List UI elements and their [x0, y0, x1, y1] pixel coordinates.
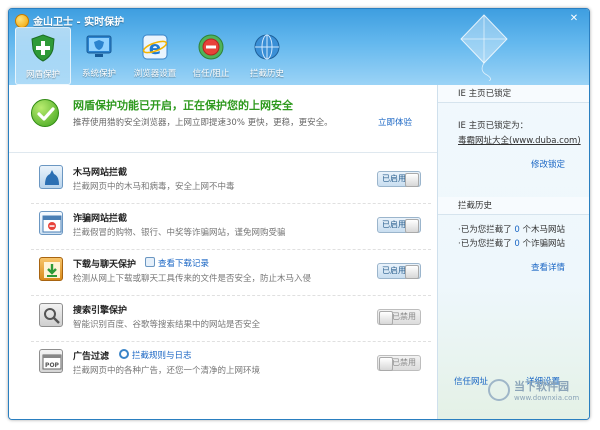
kite-decoration-icon — [460, 14, 508, 81]
nav-item-system-protect[interactable]: 系统保护 — [71, 27, 127, 85]
block-rules-log-label: 拦截规则与日志 — [132, 351, 192, 361]
feature-toggle[interactable]: 已启用 — [377, 171, 421, 187]
gear-icon — [119, 349, 129, 359]
feature-row-trojan: 木马网站拦截 拦截网页中的木马和病毒，安全上网不中毒 已启用 — [9, 159, 437, 203]
block-rules-log-link[interactable]: 拦截规则与日志 — [119, 349, 192, 361]
divider — [31, 249, 431, 250]
shield-plus-icon — [26, 31, 60, 65]
watermark-url: www.downxia.com — [514, 394, 580, 402]
history-line-prefix: ·已为您拦截了 — [458, 225, 515, 235]
view-details-link[interactable]: 查看详情 — [531, 261, 565, 273]
trojan-site-icon — [39, 165, 63, 189]
block-icon — [194, 30, 228, 64]
fraud-site-icon — [39, 211, 63, 235]
watermark: 当下软件园 www.downxia.com — [488, 378, 579, 402]
history-line-prefix: ·已为您拦截了 — [458, 239, 515, 249]
modify-lock-link[interactable]: 修改锁定 — [531, 158, 565, 170]
search-protect-icon — [39, 303, 63, 327]
status-banner: 网盾保护功能已开启，正在保护您的上网安全 推荐使用猎豹安全浏览器，上网立即提速3… — [9, 85, 437, 153]
feature-desc: 拦截网页中的木马和病毒，安全上网不中毒 — [73, 182, 235, 192]
nav-item-trust-block[interactable]: 信任/阻止 — [183, 27, 239, 85]
check-icon — [31, 99, 59, 127]
try-now-link[interactable]: 立即体验 — [378, 116, 412, 128]
nav-item-web-shield[interactable]: 网盾保护 — [15, 27, 71, 85]
nav-label: 浏览器设置 — [133, 69, 177, 79]
feature-desc: 拦截假冒的购物、银行、中奖等诈骗网站，谨免网购受骗 — [73, 228, 286, 238]
title-bar: 金山卫士 - 实时保护 ✕ 网盾保护 系统保护 e 浏览器设置 信任/阻止 拦截… — [9, 9, 589, 85]
feature-title: 木马网站拦截 — [73, 168, 128, 178]
window-title: 金山卫士 - 实时保护 — [33, 17, 125, 28]
side-panel: IE 主页已锁定 IE 主页已锁定为： 毒霸网址大全(www.duba.com)… — [437, 85, 589, 419]
main-panel: 网盾保护功能已开启，正在保护您的上网安全 推荐使用猎豹安全浏览器，上网立即提速3… — [9, 85, 437, 419]
nav-label: 拦截历史 — [249, 69, 284, 79]
app-window: 金山卫士 - 实时保护 ✕ 网盾保护 系统保护 e 浏览器设置 信任/阻止 拦截… — [8, 8, 590, 420]
monitor-shield-icon — [82, 30, 116, 64]
globe-history-icon — [250, 30, 284, 64]
feature-row-search: 搜索引擎保护 智能识别百度、谷歌等搜索结果中的网站是否安全 已禁用 — [9, 297, 437, 341]
divider — [31, 341, 431, 342]
feature-row-download: 下载与聊天保护 查看下载记录 检测从网上下载或聊天工具传来的文件是否安全，防止木… — [9, 251, 437, 295]
nav-label: 系统保护 — [81, 69, 116, 79]
feature-title: 诈骗网站拦截 — [73, 214, 128, 224]
app-logo-icon — [15, 13, 29, 28]
trusted-sites-link[interactable]: 信任网址 — [454, 375, 488, 387]
feature-toggle[interactable]: 已启用 — [377, 263, 421, 279]
homepage-lock-header: IE 主页已锁定 — [438, 85, 589, 103]
history-line-suffix: 个木马网站 — [519, 225, 566, 235]
nav-item-block-history[interactable]: 拦截历史 — [239, 27, 295, 85]
title-row: 金山卫士 - 实时保护 — [15, 13, 124, 28]
divider — [31, 295, 431, 296]
divider — [31, 203, 431, 204]
history-fraud-line: ·已为您拦截了 0 个诈骗网站 — [458, 237, 565, 249]
nav-label: 信任/阻止 — [192, 69, 230, 79]
list-icon — [145, 257, 155, 267]
window-controls: ✕ — [565, 12, 583, 26]
main-nav: 网盾保护 系统保护 e 浏览器设置 信任/阻止 拦截历史 — [15, 27, 295, 85]
view-download-log-label: 查看下载记录 — [158, 259, 210, 269]
feature-desc: 拦截网页中的各种广告，还您一个清净的上网环境 — [73, 366, 261, 376]
feature-desc: 智能识别百度、谷歌等搜索结果中的网站是否安全 — [73, 320, 261, 330]
homepage-lock-value[interactable]: 毒霸网址大全(www.duba.com) — [458, 134, 581, 146]
download-protect-icon — [39, 257, 63, 281]
watermark-logo-icon — [488, 379, 510, 401]
history-trojan-line: ·已为您拦截了 0 个木马网站 — [458, 223, 565, 235]
close-button[interactable]: ✕ — [565, 12, 583, 26]
feature-desc: 检测从网上下载或聊天工具传来的文件是否安全，防止木马入侵 — [73, 274, 312, 284]
history-line-suffix: 个诈骗网站 — [519, 239, 566, 249]
nav-label: 网盾保护 — [25, 70, 60, 80]
nav-item-browser-settings[interactable]: e 浏览器设置 — [127, 27, 183, 85]
popup-ad-icon: POP — [39, 349, 63, 373]
feature-title: 搜索引擎保护 — [73, 306, 128, 316]
feature-row-fraud: 诈骗网站拦截 拦截假冒的购物、银行、中奖等诈骗网站，谨免网购受骗 已启用 — [9, 205, 437, 249]
watermark-title: 当下软件园 — [514, 380, 569, 393]
status-subtitle: 推荐使用猎豹安全浏览器，上网立即提速30% 更快，更稳，更安全。 — [73, 118, 333, 128]
status-title: 网盾保护功能已开启，正在保护您的上网安全 — [73, 99, 293, 112]
feature-row-ad-filter: POP 广告过滤 拦截规则与日志 拦截网页中的各种广告，还您一个清净的上网环境 … — [9, 343, 437, 387]
feature-title: 下载与聊天保护 — [73, 260, 137, 270]
feature-toggle[interactable]: 已禁用 — [377, 309, 421, 325]
watermark-text: 当下软件园 www.downxia.com — [514, 378, 579, 402]
feature-toggle[interactable]: 已启用 — [377, 217, 421, 233]
ie-browser-icon: e — [138, 30, 172, 64]
homepage-lock-label: IE 主页已锁定为： — [458, 121, 529, 131]
block-history-header: 拦截历史 — [438, 197, 589, 215]
svg-text:POP: POP — [45, 362, 59, 369]
feature-title: 广告过滤 — [73, 352, 110, 362]
feature-toggle[interactable]: 已禁用 — [377, 355, 421, 371]
view-download-log-link[interactable]: 查看下载记录 — [145, 257, 209, 269]
